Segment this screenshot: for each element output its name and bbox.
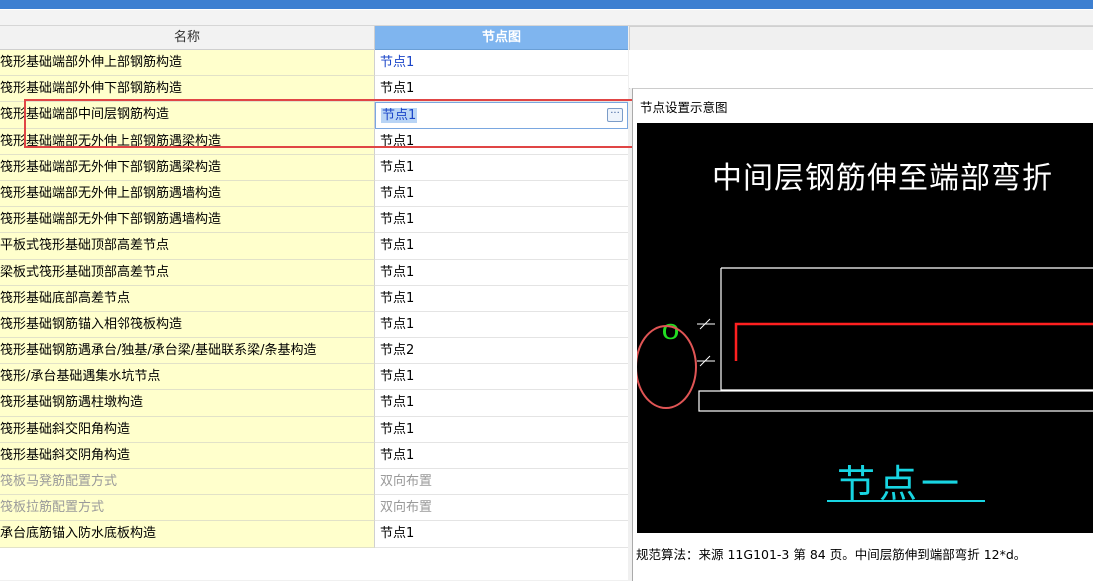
row-name-cell[interactable]: 筏形基础钢筋遇柱墩构造 — [0, 390, 375, 417]
row-name-cell[interactable]: 筏形基础端部中间层钢筋构造 — [0, 102, 375, 129]
row-node-cell[interactable]: 节点1 — [375, 50, 628, 77]
row-node-cell[interactable]: 节点1 — [375, 259, 628, 286]
diagram-canvas: 中间层钢筋伸至端部弯折 0 节点一 — [637, 123, 1093, 533]
table-row[interactable]: 筏形基础端部无外伸上部钢筋遇墙构造 节点1 — [0, 180, 628, 208]
slab-outline — [720, 268, 1093, 391]
right-white-strip — [629, 50, 1093, 88]
row-node-cell[interactable]: 节点1 ··· — [375, 102, 628, 129]
row-name-cell[interactable]: 筏形基础端部无外伸上部钢筋遇墙构造 — [0, 180, 375, 208]
row-node-cell[interactable]: 双向布置 — [375, 469, 628, 496]
row-node-cell[interactable]: 节点1 — [375, 521, 628, 548]
grid-rows: 筏形基础端部外伸上部钢筋构造 节点1 筏形基础端部外伸下部钢筋构造 节点1 筏形基础端部… — [0, 50, 628, 548]
row-name-cell[interactable]: 筏形基础钢筋遇承台/独基/承台梁/基础联系梁/条基构造 — [0, 338, 375, 365]
table-row[interactable]: 筏形基础斜交阴角构造 节点1 — [0, 442, 628, 469]
row-name-cell[interactable]: 筏板马凳筋配置方式 — [0, 469, 375, 496]
table-row[interactable]: 筏形基础斜交阳角构造 节点1 — [0, 416, 628, 443]
standard-algorithm-note: 规范算法：来源 11G101-3 第 84 页。中间层筋伸到端部弯折 12*d。 — [636, 547, 1027, 562]
table-row[interactable]: 承台底筋锚入防水底板构造 节点1 — [0, 521, 628, 548]
ellipsis-button[interactable]: ··· — [607, 108, 623, 123]
row-node-cell[interactable]: 节点1 — [375, 416, 628, 443]
row-name-cell[interactable]: 筏形基础端部外伸上部钢筋构造 — [0, 50, 375, 77]
row-node-cell[interactable]: 节点1 — [375, 390, 628, 417]
row-node-cell[interactable]: 节点1 — [375, 154, 628, 181]
middle-rebar — [734, 322, 1093, 361]
column-header-node[interactable]: 节点图 — [375, 26, 628, 50]
row-name-cell[interactable]: 筏形基础斜交阴角构造 — [0, 442, 375, 469]
row-name-cell[interactable]: 承台底筋锚入防水底板构造 — [0, 521, 375, 548]
node-settings-grid: 名称 节点图 筏形基础端部外伸上部钢筋构造 节点1 筏形基础端部外伸下部钢筋构造 节点… — [0, 26, 628, 580]
diagram-panel: 节点设置示意图 中间层钢筋伸至端部弯折 0 节点一 规范算法：来源 11G101… — [632, 88, 1093, 581]
row-name-cell[interactable]: 筏板拉筋配置方式 — [0, 495, 375, 522]
table-row[interactable]: 筏板马凳筋配置方式 双向布置 — [0, 469, 628, 496]
table-row[interactable]: 平板式筏形基础顶部高差节点 节点1 — [0, 233, 628, 260]
table-row[interactable]: 筏形基础端部外伸下部钢筋构造 节点1 — [0, 76, 628, 103]
table-row[interactable]: 筏形基础端部外伸上部钢筋构造 节点1 — [0, 50, 628, 77]
row-name-cell[interactable]: 筏形基础端部无外伸下部钢筋遇墙构造 — [0, 207, 375, 234]
base-plate — [698, 390, 1093, 412]
dimension-annotation-circle — [637, 325, 697, 409]
row-name-cell[interactable]: 筏形/承台基础遇集水坑节点 — [0, 364, 375, 391]
row-node-cell[interactable]: 节点1 — [375, 285, 628, 312]
table-row[interactable]: 筏形基础端部无外伸下部钢筋遇墙构造 节点1 — [0, 207, 628, 234]
row-node-cell[interactable]: 节点2 — [375, 338, 628, 365]
row-node-cell[interactable]: 节点1 — [375, 364, 628, 391]
row-name-cell[interactable]: 平板式筏形基础顶部高差节点 — [0, 233, 375, 260]
row-node-cell[interactable]: 节点1 — [375, 233, 628, 260]
row-node-cell[interactable]: 节点1 — [375, 442, 628, 469]
row-name-cell[interactable]: 筏形基础钢筋锚入相邻筏板构造 — [0, 311, 375, 339]
row-name-cell[interactable]: 筏形基础斜交阳角构造 — [0, 416, 375, 443]
window-titlebar — [0, 0, 1093, 9]
table-row[interactable]: 梁板式筏形基础顶部高差节点 节点1 — [0, 259, 628, 286]
row-name-cell[interactable]: 梁板式筏形基础顶部高差节点 — [0, 259, 375, 286]
row-node-cell[interactable]: 节点1 — [375, 207, 628, 234]
row-name-cell[interactable]: 筏形基础底部高差节点 — [0, 285, 375, 312]
node-label-underline — [827, 500, 985, 502]
row-node-cell[interactable]: 节点1 — [375, 76, 628, 103]
row-node-cell[interactable]: 双向布置 — [375, 495, 628, 522]
diagram-panel-title: 节点设置示意图 — [640, 100, 728, 115]
row-node-cell[interactable]: 节点1 — [375, 311, 628, 339]
table-row[interactable]: 筏形基础端部无外伸下部钢筋遇梁构造 节点1 — [0, 154, 628, 181]
table-row[interactable]: 筏板拉筋配置方式 双向布置 — [0, 495, 628, 522]
table-row[interactable]: 筏形基础钢筋遇柱墩构造 节点1 — [0, 390, 628, 417]
table-row[interactable]: 筏形基础钢筋锚入相邻筏板构造 节点1 — [0, 311, 628, 339]
row-name-cell[interactable]: 筏形基础端部无外伸下部钢筋遇梁构造 — [0, 154, 375, 181]
row-node-cell[interactable]: 节点1 — [375, 180, 628, 208]
row-name-cell[interactable]: 筏形基础端部无外伸上部钢筋遇梁构造 — [0, 128, 375, 155]
table-row[interactable]: 筏形/承台基础遇集水坑节点 节点1 — [0, 364, 628, 391]
row-name-cell[interactable]: 筏形基础端部外伸下部钢筋构造 — [0, 76, 375, 103]
table-row[interactable]: 筏形基础钢筋遇承台/独基/承台梁/基础联系梁/条基构造 节点2 — [0, 338, 628, 365]
row-node-cell[interactable]: 节点1 — [375, 128, 628, 155]
toolbar-strip — [0, 10, 1093, 26]
grid-header: 名称 节点图 — [0, 26, 628, 50]
table-row[interactable]: 筏形基础底部高差节点 节点1 — [0, 285, 628, 312]
column-header-name[interactable]: 名称 — [0, 26, 375, 50]
node-edit-value[interactable]: 节点1 — [381, 108, 418, 124]
table-row[interactable]: 筏形基础端部无外伸上部钢筋遇梁构造 节点1 — [0, 128, 628, 155]
table-row[interactable]: 筏形基础端部中间层钢筋构造 节点1 ··· — [0, 102, 628, 129]
